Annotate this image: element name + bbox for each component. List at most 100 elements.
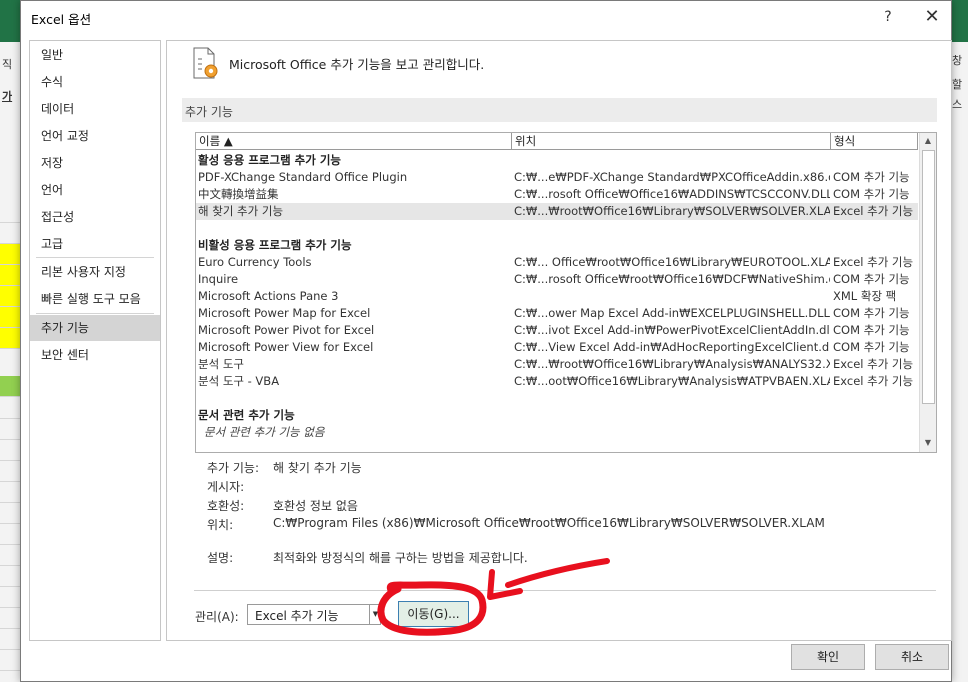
item-name: 분석 도구 — [198, 357, 244, 371]
nav-item-save[interactable]: 저장 — [30, 150, 160, 176]
grid-row — [0, 202, 22, 223]
dialog-title: Excel 옵션 — [31, 12, 92, 27]
item-type: XML 확장 팩 — [833, 289, 897, 303]
right-strip-text: 스 — [952, 98, 963, 111]
addin-value: 해 찾기 추가 기능 — [273, 461, 362, 475]
list-item[interactable]: 中文轉換增益集 C:₩...rosoft Office₩Office16₩ADD… — [196, 186, 918, 203]
grid-row — [0, 587, 22, 608]
item-name: Microsoft Power Map for Excel — [198, 306, 371, 320]
item-location: C:₩...₩root₩Office16₩Library₩Analysis₩AN… — [514, 357, 830, 371]
nav-item-data[interactable]: 데이터 — [30, 96, 160, 122]
item-name: 中文轉換增益集 — [198, 187, 279, 201]
addins-gear-icon — [191, 47, 221, 81]
help-button[interactable]: ? — [871, 3, 905, 31]
item-name: 분석 도구 - VBA — [198, 374, 280, 388]
nav-item-proofing[interactable]: 언어 교정 — [30, 123, 160, 149]
location-value: C:₩Program Files (x86)₩Microsoft Office₩… — [273, 516, 825, 530]
nav-item-trust-center[interactable]: 보안 센터 — [30, 342, 160, 368]
list-item[interactable]: Microsoft Power Map for Excel C:₩...ower… — [196, 305, 918, 322]
list-item[interactable]: Inquire C:₩...rosoft Office₩root₩Office1… — [196, 271, 918, 288]
scroll-down-arrow-icon[interactable]: ▼ — [920, 435, 936, 451]
go-button[interactable]: 이동(G)... — [398, 601, 469, 627]
excel-options-dialog: Excel 옵션 ? ✕ 일반 수식 데이터 언어 교정 저장 언어 접근성 고… — [20, 0, 952, 682]
list-item-selected[interactable]: 해 찾기 추가 기능 C:₩...₩root₩Office16₩Library₩… — [196, 203, 918, 220]
nav-item-addins[interactable]: 추가 기능 — [30, 315, 160, 341]
nav-separator — [36, 313, 154, 314]
column-header-type[interactable]: 형식 — [831, 133, 918, 150]
item-type: Excel 추가 기능 — [833, 357, 914, 371]
publisher-label: 게시자: — [207, 480, 245, 494]
grid-row — [0, 503, 22, 524]
scroll-up-arrow-icon[interactable]: ▲ — [920, 133, 936, 149]
item-name: PDF-XChange Standard Office Plugin — [198, 170, 408, 184]
item-location: C:₩...e₩PDF-XChange Standard₩PXCOfficeAd… — [514, 170, 830, 184]
nav-item-accessibility[interactable]: 접근성 — [30, 204, 160, 230]
ok-button[interactable]: 확인 — [791, 644, 865, 670]
nav-item-general[interactable]: 일반 — [30, 42, 160, 68]
item-location: C:₩... Office₩root₩Office16₩Library₩EURO… — [514, 255, 830, 269]
item-type: COM 추가 기능 — [833, 170, 910, 184]
nav-separator — [36, 257, 154, 258]
group-title-inactive: 비활성 응용 프로그램 추가 기능 — [198, 238, 352, 252]
list-item[interactable]: 분석 도구 C:₩...₩root₩Office16₩Library₩Analy… — [196, 356, 918, 373]
list-item[interactable]: Microsoft Power Pivot for Excel C:₩...iv… — [196, 322, 918, 339]
nav-item-advanced[interactable]: 고급 — [30, 231, 160, 257]
addin-label: 추가 기능: — [207, 461, 260, 475]
item-location: C:₩...rosoft Office₩Office16₩ADDINS₩TCSC… — [514, 187, 830, 201]
nav-item-language[interactable]: 언어 — [30, 177, 160, 203]
chevron-down-icon[interactable]: ▼ — [369, 605, 381, 624]
dialog-titlebar: Excel 옵션 ? ✕ — [21, 1, 951, 33]
item-type: COM 추가 기능 — [833, 340, 910, 354]
item-location: C:₩...rosoft Office₩root₩Office16₩DCF₩Na… — [514, 272, 830, 286]
addins-list[interactable]: 이름 ▲ 위치 형식 활성 응용 프로그램 추가 기능 PDF-XChange … — [195, 132, 937, 453]
nav-item-quick-access-toolbar[interactable]: 빠른 실행 도구 모음 — [30, 286, 160, 312]
close-button[interactable]: ✕ — [915, 3, 949, 31]
list-item[interactable]: Microsoft Actions Pane 3 XML 확장 팩 — [196, 288, 918, 305]
grid-row — [0, 545, 22, 566]
grid-row — [0, 440, 22, 461]
compat-label: 호환성: — [207, 499, 245, 513]
location-label: 위치: — [207, 518, 234, 532]
manage-dropdown[interactable]: Excel 추가 기능 ▼ — [247, 604, 381, 625]
item-location: C:₩...oot₩Office16₩Library₩Analysis₩ATPV… — [514, 374, 830, 388]
item-type: COM 추가 기능 — [833, 272, 910, 286]
section-bar: 추가 기능 — [182, 98, 937, 122]
options-nav: 일반 수식 데이터 언어 교정 저장 언어 접근성 고급 리본 사용자 지정 빠… — [29, 40, 161, 641]
panel-header-text: Microsoft Office 추가 기능을 보고 관리합니다. — [229, 57, 485, 72]
addins-panel: Microsoft Office 추가 기능을 보고 관리합니다. 추가 기능 … — [166, 40, 952, 641]
list-scrollbar[interactable]: ▲ ▼ — [919, 133, 936, 452]
grid-cell-yellow — [0, 265, 22, 286]
item-type: Excel 추가 기능 — [833, 255, 914, 269]
item-type: Excel 추가 기능 — [833, 374, 914, 388]
item-name: Microsoft Actions Pane 3 — [198, 289, 339, 303]
left-strip-text: 직 — [2, 58, 13, 71]
document-addins-empty: 문서 관련 추가 기능 없음 — [204, 425, 325, 439]
list-item[interactable]: Microsoft Power View for Excel C:₩...Vie… — [196, 339, 918, 356]
manage-dropdown-value: Excel 추가 기능 — [255, 609, 339, 623]
item-type: COM 추가 기능 — [833, 187, 910, 201]
grid-cell-yellow — [0, 244, 22, 265]
column-header-location[interactable]: 위치 — [512, 133, 831, 150]
nav-item-customize-ribbon[interactable]: 리본 사용자 지정 — [30, 259, 160, 285]
item-name: Microsoft Power Pivot for Excel — [198, 323, 375, 337]
list-item[interactable]: PDF-XChange Standard Office Plugin C:₩..… — [196, 169, 918, 186]
excel-right-strip: 창 할 스 — [950, 42, 968, 682]
grid-cell-green — [0, 376, 22, 397]
list-item[interactable]: 분석 도구 - VBA C:₩...oot₩Office16₩Library₩A… — [196, 373, 918, 390]
grid-row — [0, 461, 22, 482]
manage-label: 관리(A): — [195, 610, 239, 624]
list-item[interactable]: Euro Currency Tools C:₩... Office₩root₩O… — [196, 254, 918, 271]
right-strip-text: 창 — [952, 54, 963, 67]
group-title-document: 문서 관련 추가 기능 — [198, 408, 295, 422]
grid-row — [0, 524, 22, 545]
compat-value: 호환성 정보 없음 — [273, 499, 358, 513]
grid-row — [0, 566, 22, 587]
item-location: C:₩...ivot Excel Add-in₩PowerPivotExcelC… — [514, 323, 830, 337]
cancel-button[interactable]: 취소 — [875, 644, 949, 670]
scroll-thumb[interactable] — [922, 150, 935, 404]
section-title: 추가 기능 — [185, 105, 233, 119]
column-header-name[interactable]: 이름 ▲ — [196, 133, 512, 150]
right-strip-text: 할 — [952, 78, 963, 91]
panel-divider — [194, 590, 936, 591]
nav-item-formulas[interactable]: 수식 — [30, 69, 160, 95]
